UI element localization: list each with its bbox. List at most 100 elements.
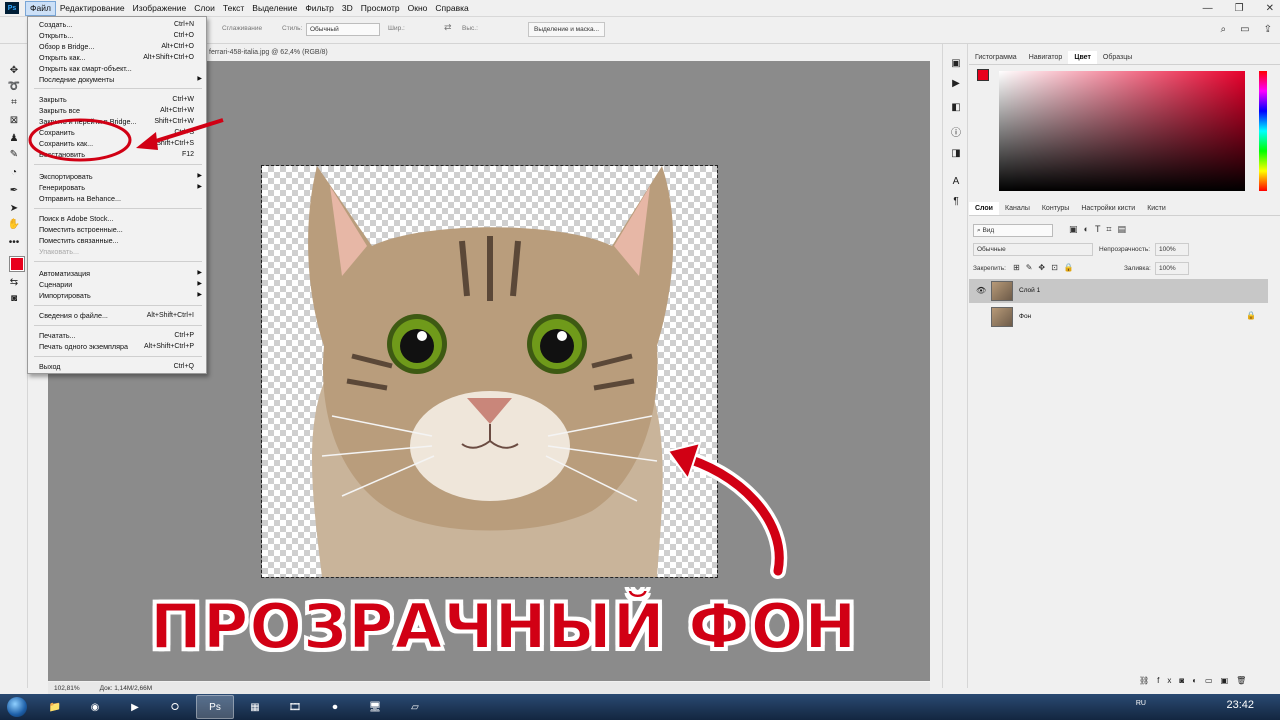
- menu-select[interactable]: Выделение: [248, 1, 301, 16]
- foreground-color-swatch[interactable]: [977, 69, 989, 81]
- adjustments-icon[interactable]: ◧: [950, 102, 962, 113]
- video-editor-icon[interactable]: 🎞: [276, 695, 314, 719]
- fill-input[interactable]: 100%: [1155, 262, 1189, 275]
- tab-brush-settings[interactable]: Настройки кисти: [1075, 202, 1141, 215]
- blur-tool-icon[interactable]: ◔: [6, 166, 22, 180]
- tab-channels[interactable]: Каналы: [999, 202, 1036, 215]
- menu-item-automate[interactable]: Автоматизация ▶: [28, 268, 206, 279]
- menu-item-open-smart-object[interactable]: Открыть как смарт-объект...: [28, 63, 206, 74]
- menu-item-print-one[interactable]: Печать одного экземпляра Alt+Shift+Ctrl+P: [28, 341, 206, 352]
- tab-histogram[interactable]: Гистограмма: [969, 51, 1023, 64]
- menu-item-scripts[interactable]: Сценарии ▶: [28, 279, 206, 290]
- lock-icons[interactable]: ⊞✎✥⊡🔒: [1013, 263, 1080, 272]
- chrome-icon[interactable]: ◉: [76, 695, 114, 719]
- menu-item-place-linked[interactable]: Поместить связанные...: [28, 235, 206, 246]
- menu-filter[interactable]: Фильтр: [301, 1, 338, 16]
- layer-filter-select[interactable]: ⌕ Вид: [973, 224, 1053, 237]
- quick-mask-icon[interactable]: ◙: [6, 292, 22, 306]
- select-tool-icon[interactable]: ➤: [6, 202, 22, 216]
- color-picker-field[interactable]: [999, 71, 1245, 191]
- menu-item-adobe-stock[interactable]: Поиск в Adobe Stock...: [28, 213, 206, 224]
- menu-view[interactable]: Просмотр: [357, 1, 404, 16]
- tab-navigator[interactable]: Навигатор: [1023, 51, 1069, 64]
- minimize-icon[interactable]: —: [1203, 3, 1213, 14]
- menu-window[interactable]: Окно: [404, 1, 432, 16]
- menu-item-recent[interactable]: Последние документы ▶: [28, 74, 206, 85]
- document-tab[interactable]: ferrari-458-italia.jpg @ 62,4% (RGB/8): [205, 44, 375, 61]
- menu-item-place-embedded[interactable]: Поместить встроенные...: [28, 224, 206, 235]
- eye-icon[interactable]: 👁: [976, 286, 986, 295]
- style-label: Стиль:: [282, 25, 303, 32]
- swap-colors-icon[interactable]: ⇆: [6, 276, 22, 290]
- zoom-readout[interactable]: 102,81%: [54, 685, 80, 692]
- history-icon[interactable]: ▣: [950, 58, 962, 69]
- crop-tool-icon[interactable]: ⌗: [6, 96, 22, 110]
- hue-slider[interactable]: [1259, 71, 1267, 191]
- menu-item-open-as[interactable]: Открыть как... Alt+Shift+Ctrl+O: [28, 52, 206, 63]
- explorer-icon[interactable]: 📁: [36, 695, 74, 719]
- opera-icon[interactable]: ⭘: [156, 695, 194, 719]
- calendar-icon[interactable]: ▦: [236, 695, 274, 719]
- hand-tool-icon[interactable]: ✋: [6, 218, 22, 232]
- stamp-tool-icon[interactable]: ♟: [6, 132, 22, 146]
- menu-text[interactable]: Текст: [219, 1, 248, 16]
- tab-swatches[interactable]: Образцы: [1097, 51, 1138, 64]
- brush-tool-icon[interactable]: ✎: [6, 148, 22, 162]
- menu-file[interactable]: Файл: [25, 0, 56, 16]
- search-icon[interactable]: ⌕: [1221, 24, 1227, 35]
- workspace-icon[interactable]: ▭: [1240, 24, 1249, 35]
- info-icon[interactable]: ⓘ: [950, 124, 962, 139]
- tab-layers[interactable]: Слои: [969, 202, 999, 215]
- tab-paths[interactable]: Контуры: [1036, 202, 1075, 215]
- play-icon[interactable]: ▶: [950, 78, 962, 89]
- share-icon[interactable]: ⇪: [1264, 24, 1272, 35]
- language-indicator[interactable]: RU: [1136, 700, 1146, 707]
- swap-icon[interactable]: ⇄: [444, 22, 452, 33]
- tab-brushes[interactable]: Кисти: [1141, 202, 1172, 215]
- foreground-color-swatch[interactable]: [10, 257, 24, 271]
- menu-item-generate[interactable]: Генерировать ▶: [28, 182, 206, 193]
- menu-image[interactable]: Изображение: [129, 1, 191, 16]
- photoshop-taskbar-icon[interactable]: Ps: [196, 695, 234, 719]
- swatch-icon[interactable]: ◨: [950, 148, 962, 159]
- menu-item-print[interactable]: Печатать... Ctrl+P: [28, 330, 206, 341]
- menu-layers[interactable]: Слои: [190, 1, 219, 16]
- opacity-input[interactable]: 100%: [1155, 243, 1189, 256]
- menu-help[interactable]: Справка: [431, 1, 472, 16]
- menu-item-browse-bridge[interactable]: Обзор в Bridge... Alt+Ctrl+O: [28, 41, 206, 52]
- filter-icons[interactable]: ▣◐T⌗▤: [1069, 224, 1132, 235]
- menu-item-close[interactable]: Закрыть Ctrl+W: [28, 94, 206, 105]
- menu-item-file-info[interactable]: Сведения о файле... Alt+Shift+Ctrl+I: [28, 310, 206, 321]
- menu-edit[interactable]: Редактирование: [56, 1, 129, 16]
- tab-color[interactable]: Цвет: [1068, 51, 1097, 64]
- start-button[interactable]: [0, 694, 34, 720]
- remote-desktop-icon[interactable]: 🖥: [356, 695, 394, 719]
- close-icon[interactable]: ✕: [1266, 3, 1274, 14]
- media-player-icon[interactable]: ▶: [116, 695, 154, 719]
- layer-row-background[interactable]: Фон 🔒: [969, 305, 1268, 329]
- maximize-icon[interactable]: ❐: [1235, 3, 1244, 14]
- frame-tool-icon[interactable]: ⊠: [6, 114, 22, 128]
- menu-3d[interactable]: 3D: [338, 1, 357, 16]
- menu-item-export[interactable]: Экспортировать ▶: [28, 171, 206, 182]
- character-icon[interactable]: A: [950, 176, 962, 187]
- style-select[interactable]: Обычный: [306, 23, 380, 36]
- menu-item-behance[interactable]: Отправить на Behance...: [28, 193, 206, 204]
- select-and-mask-button[interactable]: Выделение и маска...: [528, 22, 606, 37]
- blend-mode-select[interactable]: Обычные: [973, 243, 1093, 256]
- smoothing-checkbox[interactable]: Сглаживание: [222, 25, 262, 32]
- notes-icon[interactable]: ▱: [396, 695, 434, 719]
- paragraph-icon[interactable]: ¶: [950, 196, 962, 207]
- move-tool-icon[interactable]: ✥: [6, 64, 22, 78]
- lasso-tool-icon[interactable]: ➰: [6, 80, 22, 94]
- clock[interactable]: 23:42: [1226, 699, 1254, 711]
- menu-item-new[interactable]: Создать... Ctrl+N: [28, 19, 206, 30]
- layer-row-layer1[interactable]: 👁 Слой 1: [969, 279, 1268, 303]
- record-icon[interactable]: ⏺: [316, 695, 354, 719]
- menu-item-import[interactable]: Импортировать ▶: [28, 290, 206, 301]
- pen-tool-icon[interactable]: ✒: [6, 184, 22, 198]
- menu-item-exit[interactable]: Выход Ctrl+Q: [28, 361, 206, 372]
- menu-item-open[interactable]: Открыть... Ctrl+O: [28, 30, 206, 41]
- layer-actions-icons[interactable]: ⛓fx◙◐▭▣🗑: [1139, 676, 1254, 685]
- more-tools-icon[interactable]: •••: [6, 236, 22, 250]
